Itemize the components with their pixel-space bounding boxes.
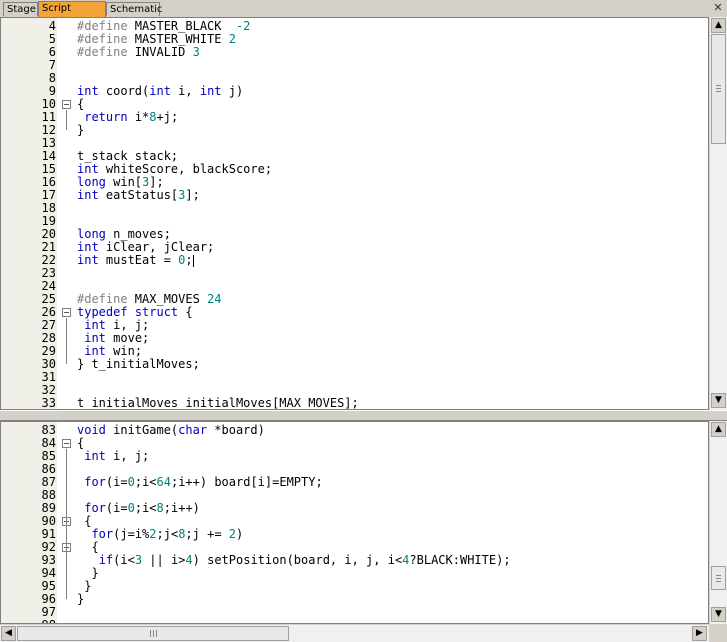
scroll-left-icon[interactable]: ◀ <box>1 626 16 641</box>
code-text[interactable]: for(j=i%2;j<8;j += 2) <box>77 528 243 541</box>
code-line[interactable]: 93 if(i<3 || i>4) setPosition(board, i, … <box>1 554 708 567</box>
line-number: 8 <box>48 71 56 85</box>
line-number: 4 <box>48 19 56 33</box>
code-line[interactable]: 7 <box>1 59 708 72</box>
code-text[interactable]: void initGame(char *board) <box>77 424 265 437</box>
editor-pane-bottom[interactable]: 83 void initGame(char *board) 84{−85 int i… <box>0 421 709 624</box>
code-text[interactable]: for(i=0;i<8;i++) <box>77 502 200 515</box>
fold-toggle-icon[interactable]: − <box>62 100 71 109</box>
scrollbar-corner <box>709 624 727 642</box>
code-line[interactable]: 6 #define INVALID 3 <box>1 46 708 59</box>
code-text[interactable]: int eatStatus[3]; <box>77 189 200 202</box>
tab-script-editor[interactable]: Script Editor <box>38 1 106 28</box>
code-line[interactable]: 22 int mustEat = 0; <box>1 254 708 267</box>
code-text[interactable]: int i, j; <box>77 450 149 463</box>
code-line[interactable]: 83 void initGame(char *board) <box>1 424 708 437</box>
horizontal-scrollbar[interactable]: ◀ ▶ <box>0 624 709 642</box>
code-text[interactable]: } <box>77 593 84 606</box>
fold-toggle-icon[interactable]: − <box>62 439 71 448</box>
code-text[interactable]: for(i=0;i<64;i++) board[i]=EMPTY; <box>77 476 322 489</box>
code-line[interactable]: 9 int coord(int i, int j) <box>1 85 708 98</box>
tab-bar: Stage Script Editor Schematic ✕ <box>0 0 727 28</box>
code-line[interactable]: 87 for(i=0;i<64;i++) board[i]=EMPTY; <box>1 476 708 489</box>
pane-splitter[interactable] <box>0 410 727 421</box>
fold-guide <box>66 110 67 130</box>
code-line[interactable]: 17 int eatStatus[3]; <box>1 189 708 202</box>
code-line[interactable]: 18 <box>1 202 708 215</box>
code-line[interactable]: 33 t_initialMoves initialMoves[MAX_MOVES]… <box>1 397 708 410</box>
code-text[interactable]: } <box>77 124 84 137</box>
scroll-down-icon[interactable]: ▼ <box>711 393 726 408</box>
code-text[interactable]: return i*8+j; <box>77 111 178 124</box>
close-icon[interactable]: ✕ <box>712 2 724 14</box>
fold-toggle-icon[interactable]: − <box>62 308 71 317</box>
code-line[interactable]: 30} t_initialMoves; <box>1 358 708 371</box>
code-line[interactable]: 95 } <box>1 580 708 593</box>
code-line[interactable]: 91 for(j=i%2;j<8;j += 2) <box>1 528 708 541</box>
code-text[interactable]: #define INVALID 3 <box>77 46 200 59</box>
line-number: 6 <box>48 45 56 59</box>
fold-guide <box>66 553 67 573</box>
code-line[interactable]: 94 } <box>1 567 708 580</box>
code-text[interactable]: } t_initialMoves; <box>77 358 200 371</box>
tab-schematic[interactable]: Schematic <box>106 2 162 16</box>
code-line[interactable]: 11 return i*8+j; <box>1 111 708 124</box>
code-line[interactable]: 31 <box>1 371 708 384</box>
scroll-right-icon[interactable]: ▶ <box>692 626 707 641</box>
code-line[interactable]: 12} <box>1 124 708 137</box>
code-text[interactable]: if(i<3 || i>4) setPosition(board, i, j, … <box>77 554 511 567</box>
scroll-up-icon[interactable]: ▲ <box>711 422 726 437</box>
code-line[interactable]: 97 <box>1 606 708 619</box>
fold-guide <box>66 318 67 364</box>
scroll-down-icon[interactable]: ▼ <box>711 607 726 622</box>
tab-stage[interactable]: Stage <box>3 2 38 16</box>
text-caret <box>192 254 194 267</box>
scroll-thumb-horizontal[interactable] <box>17 626 289 641</box>
code-line[interactable]: 96} <box>1 593 708 606</box>
editor-pane-top[interactable]: 4 #define MASTER_BLACK -2 5 #define MASTER_… <box>0 17 709 410</box>
code-text[interactable]: t_initialMoves initialMoves[MAX_MOVES]; <box>77 397 359 410</box>
scroll-thumb-bottom[interactable] <box>711 566 726 590</box>
code-text[interactable]: int coord(int i, int j) <box>77 85 243 98</box>
code-line[interactable]: 89 for(i=0;i<8;i++) <box>1 502 708 515</box>
scroll-thumb-top[interactable] <box>711 34 726 144</box>
scroll-up-icon[interactable]: ▲ <box>711 18 726 33</box>
vertical-scrollbar-top[interactable]: ▲ ▼ <box>709 17 727 410</box>
code-line[interactable]: 85 int i, j; <box>1 450 708 463</box>
line-number: 33 <box>41 396 56 410</box>
code-text[interactable]: int mustEat = 0; <box>77 254 194 267</box>
line-number: 7 <box>48 58 56 72</box>
line-number: 5 <box>48 32 56 46</box>
code-line[interactable]: 23 <box>1 267 708 280</box>
vertical-scrollbar-bottom[interactable]: ▲ ▼ <box>709 421 727 624</box>
